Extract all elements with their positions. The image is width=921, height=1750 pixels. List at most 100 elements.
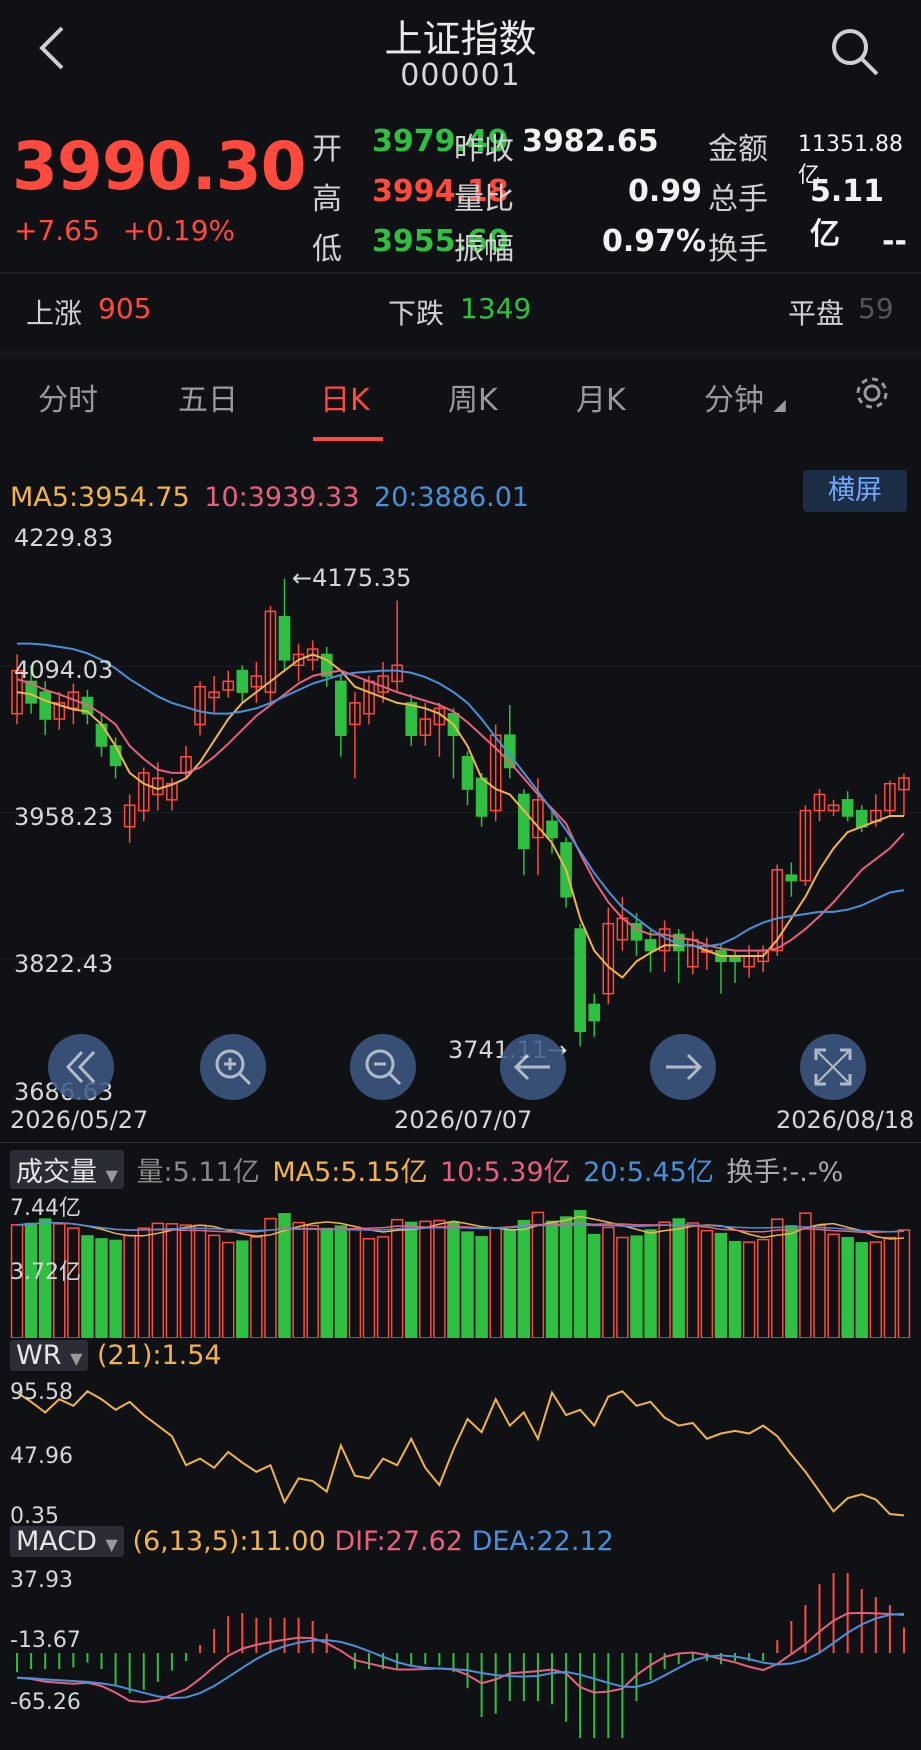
volume-selector[interactable]: 成交量 ▼	[10, 1150, 124, 1189]
candle-body	[109, 745, 122, 767]
down-label: 下跌	[388, 297, 445, 330]
candle-body	[644, 939, 657, 952]
volume-bar	[306, 1224, 319, 1338]
candle-body	[475, 777, 488, 817]
candle-body	[785, 874, 798, 882]
tab-monthly-k[interactable]: 月K	[576, 375, 626, 419]
candle-body	[236, 669, 249, 693]
volume-bar	[123, 1234, 136, 1338]
volume-bar	[672, 1218, 685, 1338]
volume-turnover: 换手:-.-%	[726, 1157, 844, 1188]
volume-bar	[165, 1223, 179, 1338]
volume-bar	[292, 1221, 305, 1338]
triangle-down-icon: ▼	[105, 1166, 118, 1185]
vol-ratio-label: 量比	[454, 182, 514, 217]
volume-y-label: 7.44亿	[10, 1196, 81, 1221]
tab-five-day[interactable]: 五日	[178, 375, 238, 419]
wr-value: (21):1.54	[96, 1340, 222, 1371]
volume-bar	[728, 1240, 742, 1338]
volume-bar	[81, 1235, 94, 1338]
zoom-in-icon[interactable]	[200, 1034, 266, 1100]
volume-bar	[559, 1216, 573, 1338]
amount-label: 金额	[708, 132, 768, 167]
arrow-left-icon[interactable]	[500, 1034, 566, 1100]
volume-bar	[785, 1225, 798, 1338]
divider	[0, 1142, 921, 1143]
volume-bar	[517, 1219, 531, 1338]
page-title: 上证指数	[384, 17, 537, 61]
candle-body	[574, 928, 586, 1033]
up-count: 905	[98, 292, 152, 325]
high-marker: ←4175.35	[292, 564, 412, 592]
volume-bar	[813, 1224, 826, 1338]
kline-chart[interactable]	[0, 520, 921, 1105]
volume-chart[interactable]	[0, 1190, 921, 1338]
double-left-icon[interactable]	[48, 1034, 114, 1100]
kline-y-label: 3822.43	[14, 950, 114, 978]
kline-x-label: 2026/08/18	[776, 1106, 915, 1134]
volume-bar	[883, 1236, 897, 1338]
ma-lines	[16, 642, 905, 979]
candle-body	[278, 615, 291, 661]
volume-bar	[151, 1222, 165, 1338]
wr-header: WR ▼ (21):1.54	[10, 1340, 222, 1371]
macd-chart[interactable]	[0, 1568, 921, 1738]
tab-minute[interactable]: 分钟 ◢	[704, 375, 786, 419]
volume-bar	[376, 1236, 390, 1338]
flat-label: 平盘	[788, 297, 845, 330]
tab-intraday[interactable]: 分时	[38, 375, 98, 419]
volume-bar	[531, 1211, 545, 1338]
macd-title: MACD	[16, 1526, 97, 1557]
candle-body	[335, 680, 347, 736]
volume-ma20: 20:5.45亿	[583, 1157, 714, 1188]
period-tabs: 分时 五日 日K 周K 月K 分钟 ◢	[0, 365, 921, 445]
macd-selector[interactable]: MACD ▼	[10, 1526, 124, 1557]
arrow-right-icon[interactable]	[650, 1034, 716, 1100]
zoom-out-icon[interactable]	[350, 1034, 416, 1100]
wr-y-label: 47.96	[10, 1444, 73, 1469]
volume-bar	[700, 1229, 714, 1338]
gear-icon[interactable]	[852, 373, 892, 421]
macd-header: MACD ▼ (6,13,5):11.00 DIF:27.62 DEA:22.1…	[10, 1526, 614, 1557]
ma10-line	[16, 669, 905, 952]
volume-bar	[545, 1220, 559, 1338]
macd-dif: DIF:27.62	[334, 1526, 463, 1557]
ma20-line	[17, 642, 905, 948]
volume-bar	[419, 1220, 432, 1338]
turnover-label: 换手	[708, 232, 768, 267]
stock-code: 000001	[400, 58, 521, 93]
tab-weekly-k[interactable]: 周K	[448, 375, 498, 419]
wr-title: WR	[16, 1340, 62, 1371]
search-icon[interactable]	[827, 24, 883, 80]
volume-y-label: 3.72亿	[10, 1260, 81, 1285]
candle-body	[461, 755, 474, 790]
tab-daily-k[interactable]: 日K	[320, 375, 370, 419]
vol-ratio-value: 0.99	[628, 174, 703, 209]
fullscreen-icon[interactable]	[800, 1034, 866, 1100]
volume-bar	[179, 1224, 193, 1338]
volume-bar	[137, 1227, 150, 1338]
landscape-button[interactable]: 横屏	[803, 470, 907, 512]
macd-dif-line	[16, 1611, 905, 1703]
volume-bar	[461, 1231, 474, 1338]
volume-bar	[433, 1219, 446, 1338]
volume-bar	[658, 1221, 671, 1338]
turnover-value: --	[882, 224, 907, 259]
volume-bar	[686, 1222, 700, 1338]
wr-chart[interactable]	[0, 1378, 921, 1526]
volume-bar	[714, 1232, 728, 1338]
volume-bar	[404, 1221, 418, 1338]
prev-close-label: 昨收	[454, 132, 514, 167]
candle-body	[841, 799, 854, 817]
volume-header: 成交量 ▼ 量:5.11亿 MA5:5.15亿 10:5.39亿 20:5.45…	[10, 1150, 843, 1189]
volume-bar	[207, 1234, 221, 1338]
macd-y-label: -65.26	[10, 1690, 81, 1715]
wr-selector[interactable]: WR ▼	[10, 1340, 89, 1371]
kline-y-label: 3958.23	[14, 803, 114, 831]
volume-bar	[95, 1238, 108, 1338]
volume-bar	[756, 1238, 770, 1338]
volume-bar	[827, 1233, 840, 1338]
macd-y-label: 37.93	[10, 1568, 73, 1593]
price-change: +7.65 +0.19%	[14, 214, 235, 247]
amplitude-label: 振幅	[454, 232, 514, 267]
